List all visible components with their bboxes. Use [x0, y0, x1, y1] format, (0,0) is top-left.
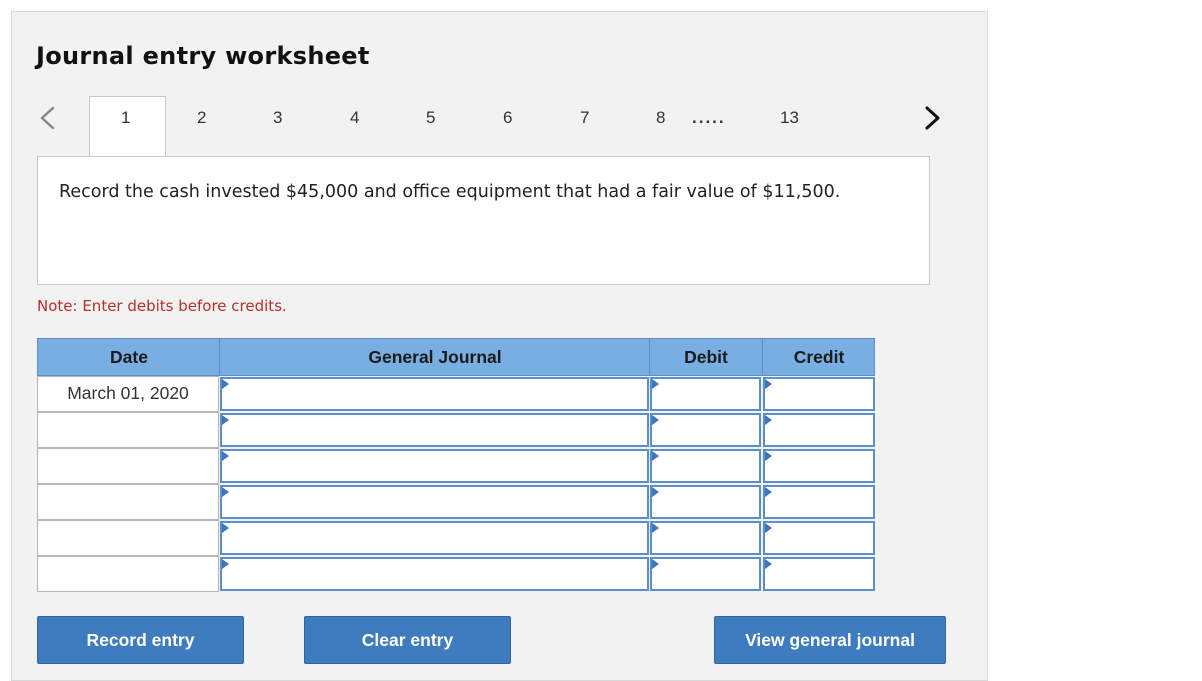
tab-7[interactable]: 7: [580, 108, 589, 128]
debit-input[interactable]: [650, 377, 761, 411]
date-cell: [37, 556, 219, 592]
credit-input[interactable]: [763, 485, 875, 519]
credit-input[interactable]: [763, 557, 875, 591]
date-cell: [37, 484, 219, 520]
page-title: Journal entry worksheet: [36, 42, 370, 70]
date-cell: March 01, 2020: [37, 376, 219, 412]
debit-input[interactable]: [650, 413, 761, 447]
credit-input[interactable]: [763, 377, 875, 411]
table-row: [37, 484, 875, 520]
date-cell: [37, 412, 219, 448]
account-input[interactable]: [220, 449, 649, 483]
tabs-ellipsis: .....: [692, 108, 726, 127]
clear-entry-button[interactable]: Clear entry: [304, 616, 511, 664]
debit-input[interactable]: [650, 485, 761, 519]
table-header: Date General Journal Debit Credit: [37, 338, 875, 376]
tab-8[interactable]: 8: [656, 108, 665, 128]
header-debit: Debit: [684, 347, 728, 367]
account-input[interactable]: [220, 557, 649, 591]
instruction-text: Record the cash invested $45,000 and off…: [59, 182, 841, 202]
debit-input[interactable]: [650, 449, 761, 483]
tab-13[interactable]: 13: [780, 108, 799, 128]
account-input[interactable]: [220, 413, 649, 447]
tab-6[interactable]: 6: [503, 108, 512, 128]
table-row: [37, 412, 875, 448]
tab-3[interactable]: 3: [273, 108, 282, 128]
credit-input[interactable]: [763, 521, 875, 555]
table-row: [37, 448, 875, 484]
credit-input[interactable]: [763, 449, 875, 483]
date-cell: [37, 448, 219, 484]
header-general-journal: General Journal: [368, 347, 502, 367]
debit-input[interactable]: [650, 521, 761, 555]
instruction-box: Record the cash invested $45,000 and off…: [37, 156, 930, 285]
table-row: [37, 520, 875, 556]
credit-input[interactable]: [763, 413, 875, 447]
account-input[interactable]: [220, 485, 649, 519]
record-entry-button[interactable]: Record entry: [37, 616, 244, 664]
prev-arrow-icon[interactable]: [36, 103, 60, 133]
debit-input[interactable]: [650, 557, 761, 591]
note-text: Note: Enter debits before credits.: [37, 297, 287, 315]
header-credit: Credit: [793, 347, 845, 367]
next-arrow-icon[interactable]: [920, 103, 944, 133]
table-row: [37, 556, 875, 592]
tab-5[interactable]: 5: [426, 108, 435, 128]
header-date: Date: [110, 347, 148, 367]
table-row: March 01, 2020: [37, 376, 875, 412]
view-general-journal-button[interactable]: View general journal: [714, 616, 946, 664]
tab-2[interactable]: 2: [197, 108, 206, 128]
tab-4[interactable]: 4: [350, 108, 359, 128]
date-cell: [37, 520, 219, 556]
tab-1[interactable]: 1: [121, 108, 130, 128]
account-input[interactable]: [220, 377, 649, 411]
account-input[interactable]: [220, 521, 649, 555]
